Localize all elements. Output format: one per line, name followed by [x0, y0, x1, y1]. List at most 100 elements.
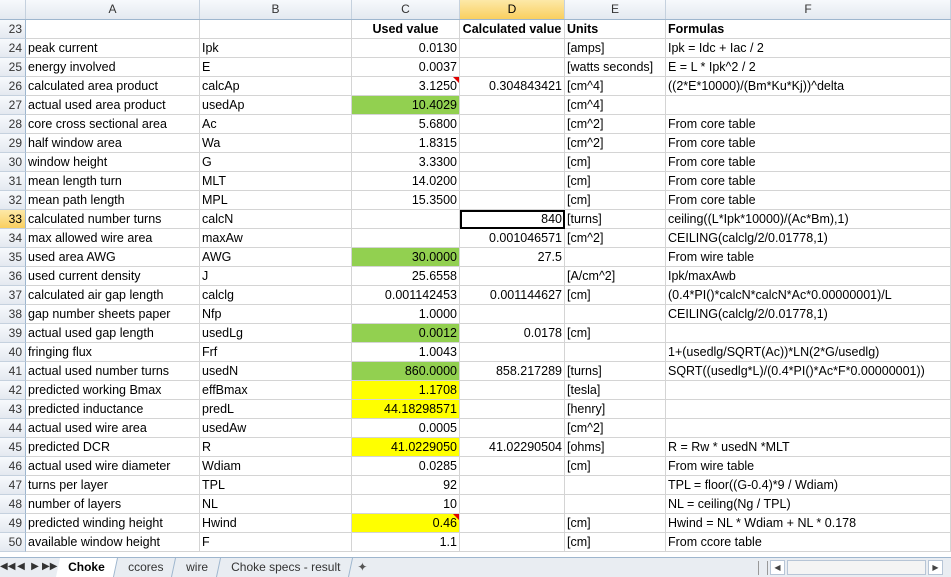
cell-c[interactable]: 1.1: [352, 533, 460, 552]
cell-b[interactable]: F: [200, 533, 352, 552]
cell-e[interactable]: [amps]: [565, 39, 666, 58]
cell-f[interactable]: Ipk/maxAwb: [666, 267, 951, 286]
cell-a[interactable]: used current density: [26, 267, 200, 286]
cell-a[interactable]: fringing flux: [26, 343, 200, 362]
cell-c[interactable]: 10: [352, 495, 460, 514]
cell-a[interactable]: actual used wire area: [26, 419, 200, 438]
cell-c[interactable]: 92: [352, 476, 460, 495]
row-number[interactable]: 50: [0, 533, 26, 552]
cell-c[interactable]: 5.6800: [352, 115, 460, 134]
cell-c[interactable]: 1.0043: [352, 343, 460, 362]
cell-e[interactable]: [565, 495, 666, 514]
row-number[interactable]: 49: [0, 514, 26, 533]
cell-a[interactable]: core cross sectional area: [26, 115, 200, 134]
cell-d[interactable]: [460, 476, 565, 495]
cell-e[interactable]: [A/cm^2]: [565, 267, 666, 286]
insert-sheet-icon[interactable]: ✦: [351, 558, 373, 577]
cell-d[interactable]: [460, 172, 565, 191]
cell-f[interactable]: R = Rw * usedN *MLT: [666, 438, 951, 457]
cell-f[interactable]: (0.4*PI()*calcN*calcN*Ac*0.00000001)/L: [666, 286, 951, 305]
cell-a[interactable]: predicted winding height: [26, 514, 200, 533]
cell-e[interactable]: [tesla]: [565, 381, 666, 400]
cell-e[interactable]: [cm^2]: [565, 419, 666, 438]
row-number[interactable]: 39: [0, 324, 26, 343]
cell-d[interactable]: [460, 305, 565, 324]
cell-d[interactable]: [460, 495, 565, 514]
cell-d[interactable]: [460, 39, 565, 58]
cell-d[interactable]: [460, 191, 565, 210]
cell-a[interactable]: calculated air gap length: [26, 286, 200, 305]
row-number[interactable]: 26: [0, 77, 26, 96]
cell-f[interactable]: [666, 419, 951, 438]
row-number[interactable]: 33: [0, 210, 26, 229]
cell-f[interactable]: From wire table: [666, 457, 951, 476]
cell-b[interactable]: AWG: [200, 248, 352, 267]
row-number[interactable]: 40: [0, 343, 26, 362]
cell-d[interactable]: [460, 267, 565, 286]
cell-e[interactable]: [ohms]: [565, 438, 666, 457]
cell-b[interactable]: J: [200, 267, 352, 286]
cell-c[interactable]: 0.0005: [352, 419, 460, 438]
cell-d[interactable]: 858.217289: [460, 362, 565, 381]
row-number[interactable]: 45: [0, 438, 26, 457]
cell-c[interactable]: 25.6558: [352, 267, 460, 286]
cell-c[interactable]: 0.001142453: [352, 286, 460, 305]
cell-c[interactable]: 3.3300: [352, 153, 460, 172]
cell-d[interactable]: [460, 533, 565, 552]
cell-b[interactable]: MPL: [200, 191, 352, 210]
cell-a[interactable]: mean length turn: [26, 172, 200, 191]
cell-d[interactable]: [460, 134, 565, 153]
cell-d[interactable]: [460, 457, 565, 476]
header-calculated-value[interactable]: Calculated value: [460, 20, 565, 39]
column-header-c[interactable]: C: [352, 0, 460, 19]
cell-c[interactable]: 0.0037: [352, 58, 460, 77]
cell-b[interactable]: Ac: [200, 115, 352, 134]
cell-c[interactable]: [352, 229, 460, 248]
column-header-f[interactable]: F: [666, 0, 951, 19]
cell-b[interactable]: [200, 20, 352, 39]
cell-b[interactable]: Ipk: [200, 39, 352, 58]
cell-d[interactable]: 840: [460, 210, 565, 229]
cell-e[interactable]: [565, 305, 666, 324]
cell-e[interactable]: [henry]: [565, 400, 666, 419]
row-number[interactable]: 44: [0, 419, 26, 438]
cell-f[interactable]: [666, 96, 951, 115]
cell-f[interactable]: CEILING(calclg/2/0.01778,1): [666, 229, 951, 248]
horizontal-scrollbar[interactable]: ◀ ▶: [758, 558, 951, 577]
last-sheet-icon[interactable]: ▶▶: [42, 558, 57, 577]
row-number[interactable]: 29: [0, 134, 26, 153]
cell-f[interactable]: Ipk = Idc + Iac / 2: [666, 39, 951, 58]
header-formulas[interactable]: Formulas: [666, 20, 951, 39]
cell-c[interactable]: 0.46: [352, 514, 460, 533]
cell-c[interactable]: 1.0000: [352, 305, 460, 324]
cell-d[interactable]: [460, 96, 565, 115]
row-number[interactable]: 27: [0, 96, 26, 115]
tab-wire[interactable]: wire: [174, 558, 222, 577]
cell-a[interactable]: half window area: [26, 134, 200, 153]
cell-e[interactable]: [cm]: [565, 153, 666, 172]
row-number[interactable]: 35: [0, 248, 26, 267]
select-all-corner[interactable]: [0, 0, 26, 19]
cell-f[interactable]: From wire table: [666, 248, 951, 267]
cell-c[interactable]: 0.0285: [352, 457, 460, 476]
cell-d[interactable]: [460, 343, 565, 362]
cell-b[interactable]: predL: [200, 400, 352, 419]
cell-f[interactable]: CEILING(calclg/2/0.01778,1): [666, 305, 951, 324]
cell-e[interactable]: [565, 476, 666, 495]
row-number[interactable]: 24: [0, 39, 26, 58]
row-number[interactable]: 41: [0, 362, 26, 381]
cell-e[interactable]: [565, 343, 666, 362]
cell-f[interactable]: E = L * Ipk^2 / 2: [666, 58, 951, 77]
cell-c[interactable]: 14.0200: [352, 172, 460, 191]
cell-f[interactable]: Hwind = NL * Wdiam + NL * 0.178: [666, 514, 951, 533]
cell-d[interactable]: [460, 153, 565, 172]
tab-choke-specs-result[interactable]: Choke specs - result: [219, 558, 354, 577]
cell-e[interactable]: [565, 248, 666, 267]
cell-b[interactable]: MLT: [200, 172, 352, 191]
cell-b[interactable]: Wdiam: [200, 457, 352, 476]
column-header-b[interactable]: B: [200, 0, 352, 19]
cell-b[interactable]: R: [200, 438, 352, 457]
cell-e[interactable]: [turns]: [565, 362, 666, 381]
cell-a[interactable]: predicted inductance: [26, 400, 200, 419]
cell-c[interactable]: 15.3500: [352, 191, 460, 210]
